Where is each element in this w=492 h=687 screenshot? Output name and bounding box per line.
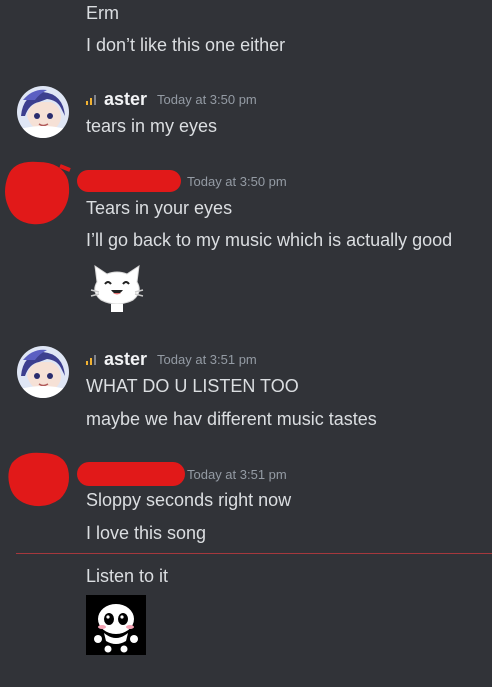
signal-strength-icon [86,93,96,105]
message-text: Listen to it [86,566,169,586]
chat-message-list: Erm I don’t like this one either aster T… [0,0,492,687]
message-text: I love this song [86,523,207,543]
message-header: aster Today at 3:50 pm [86,88,257,110]
message-text: Erm [86,3,119,23]
message-text: I’ll go back to my music which is actual… [86,230,453,250]
message-timestamp: Today at 3:50 pm [187,173,287,189]
avatar[interactable] [17,346,69,398]
redacted-avatar[interactable] [6,449,72,509]
message-text: Tears in your eyes [86,198,233,218]
message-timestamp: Today at 3:51 pm [157,351,257,367]
username[interactable]: aster [104,89,147,110]
redacted-username [77,170,181,192]
new-messages-divider [16,553,492,554]
message-text: I don’t like this one either [86,35,286,55]
signal-strength-icon [86,353,96,365]
message-header: Today at 3:51 pm [187,463,287,485]
message-timestamp: Today at 3:50 pm [157,91,257,107]
message-timestamp: Today at 3:51 pm [187,466,287,482]
cat-face-sticker-icon[interactable] [89,262,145,314]
anime-avatar-icon [17,346,69,398]
username[interactable]: aster [104,349,147,370]
skull-creature-emoji-icon[interactable] [86,595,146,655]
anime-avatar-icon [17,86,69,138]
message-text: maybe we hav different music tastes [86,409,377,429]
message-text: WHAT DO U LISTEN TOO [86,376,299,396]
message-header: Today at 3:50 pm [187,170,287,192]
message-text: tears in my eyes [86,116,218,136]
avatar[interactable] [17,86,69,138]
message-text: Sloppy seconds right now [86,490,292,510]
redacted-avatar[interactable] [0,156,72,228]
message-header: aster Today at 3:51 pm [86,348,257,370]
redacted-username [77,462,185,486]
